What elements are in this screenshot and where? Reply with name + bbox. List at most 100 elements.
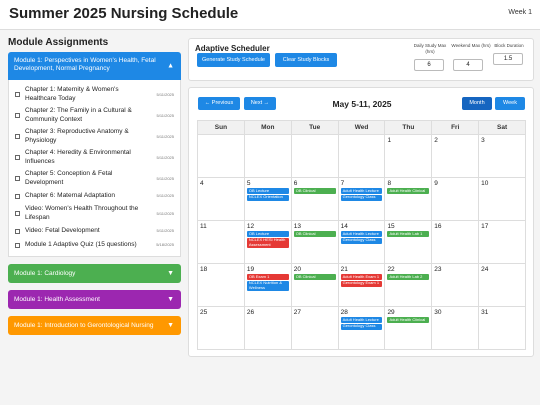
weekend-max-label: Weekend Max (hrs) — [451, 43, 491, 48]
calendar-day-cell[interactable]: 31 — [479, 307, 527, 350]
module-item[interactable]: Chapter 3: Reproductive Anatomy & Physio… — [9, 126, 180, 147]
calendar-event[interactable]: Adult Health Lab 1 — [387, 231, 430, 237]
calendar-day-cell[interactable]: 17 — [479, 221, 527, 264]
day-number: 17 — [481, 223, 489, 230]
calendar-event[interactable]: OB Clinical — [293, 188, 336, 194]
calendar-day-cell[interactable]: 26 — [244, 307, 292, 350]
calendar-day-cell[interactable]: 29 Adult Health Clinical — [385, 307, 433, 350]
block-duration-input[interactable]: 1.5 — [493, 53, 523, 65]
module-item[interactable]: Chapter 5: Conception & Fetal Developmen… — [9, 168, 180, 189]
calendar-day-cell[interactable]: 3 — [479, 135, 527, 178]
calendar-event[interactable]: Gerontology Exam 1 — [340, 280, 383, 287]
calendar-event[interactable]: Adult Health Lecture — [340, 188, 383, 194]
calendar-day-cell[interactable]: 13 OB Clinical — [291, 221, 339, 264]
month-view-button[interactable]: Month — [462, 97, 492, 110]
week-view-button[interactable]: Week — [495, 97, 525, 110]
module-item[interactable]: Video: Women's Health Throughout the Lif… — [9, 203, 180, 224]
calendar-day-cell[interactable]: 18 — [198, 264, 245, 307]
module-item[interactable]: Chapter 4: Heredity & Environmental Infl… — [9, 147, 180, 168]
calendar-event[interactable]: OB Clinical — [293, 231, 336, 237]
calendar-event[interactable]: NCLEX HESI Health Assessment — [246, 237, 289, 249]
day-number: 24 — [481, 266, 489, 273]
checkbox[interactable] — [15, 176, 20, 181]
calendar-day-cell[interactable]: 25 — [198, 307, 245, 350]
calendar-day-cell[interactable]: 22 Adult Health Lab 2 — [385, 264, 433, 307]
module-header-collapsed[interactable]: Module 1: Health Assessment ▼ — [8, 290, 181, 309]
calendar-week-row: 25 26 27 28 Adult Health Lecture Gerontology … — [198, 307, 527, 350]
calendar-day-cell[interactable]: 27 — [291, 307, 339, 350]
calendar-event[interactable]: Adult Health Exam 1 — [340, 274, 383, 280]
checkbox[interactable] — [15, 228, 20, 234]
module-item[interactable]: Chapter 6: Maternal Adaptation 5/11/2025 — [9, 189, 180, 203]
calendar-day-cell[interactable] — [198, 135, 245, 178]
calendar-day-cell[interactable]: 20 OB Clinical — [291, 264, 339, 307]
checkbox[interactable] — [15, 92, 20, 97]
module-item-label: Video: Women's Health Throughout the Lif… — [25, 205, 139, 221]
calendar-event[interactable]: Gerontology Class — [340, 194, 383, 201]
module-header-collapsed[interactable]: Module 1: Introduction to Gerontological… — [8, 316, 181, 335]
weekday-header: Wed — [338, 121, 386, 135]
calendar-event[interactable]: Adult Health Clinical — [387, 188, 430, 194]
calendar-day-cell[interactable]: 7 Adult Health Lecture Gerontology Class — [338, 178, 386, 221]
calendar-event[interactable]: Adult Health Lecture — [340, 317, 383, 323]
module-item[interactable]: Module 1 Adaptive Quiz (15 questions) 5/1… — [9, 238, 180, 252]
calendar-day-cell[interactable] — [338, 135, 386, 178]
checkbox[interactable] — [15, 134, 20, 139]
calendar-event[interactable]: OB Exam 1 — [246, 274, 289, 280]
checkbox[interactable] — [15, 155, 20, 160]
calendar-event[interactable]: Gerontology Class — [340, 323, 383, 330]
module-item[interactable]: Video: Fetal Development 5/11/2025 — [9, 224, 180, 238]
weekend-max-input[interactable]: 4 — [453, 59, 483, 71]
calendar-day-cell[interactable]: 5 OB Lecture NCLEX Orientation — [244, 178, 292, 221]
calendar-day-cell[interactable]: 28 Adult Health Lecture Gerontology Class — [338, 307, 386, 350]
calendar-day-cell[interactable]: 19 OB Exam 1 NCLEX Nutrition & Wellness — [244, 264, 292, 307]
module-item[interactable]: Chapter 2: The Family in a Cultural & Co… — [9, 105, 180, 126]
calendar-day-cell[interactable]: 9 — [432, 178, 480, 221]
calendar-event[interactable]: OB Clinical — [293, 274, 336, 280]
module-item[interactable]: Chapter 1: Maternity & Women's Healthcar… — [9, 84, 180, 105]
day-number: 19 — [246, 266, 255, 273]
calendar-day-cell[interactable]: 21 Adult Health Exam 1 Gerontology Exam 1 — [338, 264, 386, 307]
module-header-collapsed[interactable]: Module 1: Cardiology ▼ — [8, 264, 181, 283]
day-number: 26 — [246, 309, 255, 316]
calendar-day-cell[interactable]: 24 — [479, 264, 527, 307]
calendar-day-cell[interactable]: 16 — [432, 221, 480, 264]
clear-study-blocks-button[interactable]: Clear Study Blocks — [275, 53, 337, 67]
day-number: 25 — [200, 309, 208, 316]
day-number: 13 — [293, 223, 301, 230]
calendar-day-cell[interactable] — [291, 135, 339, 178]
calendar-day-cell[interactable] — [244, 135, 292, 178]
calendar-event[interactable]: OB Lecture — [246, 188, 289, 194]
checkbox[interactable] — [15, 211, 20, 216]
generate-schedule-button[interactable]: Generate Study Schedule — [197, 53, 270, 67]
calendar-day-cell[interactable]: 10 — [479, 178, 527, 221]
calendar-day-cell[interactable]: 14 Adult Health Lecture Gerontology Class — [338, 221, 386, 264]
calendar-event[interactable]: NCLEX Nutrition & Wellness — [246, 280, 289, 292]
calendar-event[interactable]: Gerontology Class — [340, 237, 383, 244]
calendar-day-cell[interactable]: 4 — [198, 178, 245, 221]
calendar-day-cell[interactable]: 2 — [432, 135, 480, 178]
calendar-day-cell[interactable]: 1 — [385, 135, 433, 178]
module-header-expanded[interactable]: Module 1: Perspectives in Women's Health… — [8, 52, 181, 80]
checkbox[interactable] — [15, 193, 20, 199]
checkbox[interactable] — [15, 113, 20, 118]
checkbox[interactable] — [15, 242, 20, 248]
chevron-down-icon: ▼ — [167, 270, 174, 277]
modules-heading: Module Assignments — [8, 37, 109, 48]
calendar-event[interactable]: NCLEX Orientation — [246, 194, 289, 201]
calendar-day-cell[interactable]: 12 OB Lecture NCLEX HESI Health Assessment — [244, 221, 292, 264]
calendar-day-cell[interactable]: 23 — [432, 264, 480, 307]
weekday-header: Sat — [479, 121, 527, 135]
calendar-day-cell[interactable]: 6 OB Clinical — [291, 178, 339, 221]
calendar-day-cell[interactable]: 11 — [198, 221, 245, 264]
calendar-event[interactable]: OB Lecture — [246, 231, 289, 237]
calendar-event[interactable]: Adult Health Lab 2 — [387, 274, 430, 280]
daily-max-input[interactable]: 6 — [414, 59, 444, 71]
chevron-down-icon: ▼ — [167, 322, 174, 329]
scheduler-title: Adaptive Scheduler — [195, 44, 270, 53]
calendar-event[interactable]: Adult Health Lecture — [340, 231, 383, 237]
calendar-event[interactable]: Adult Health Clinical — [387, 317, 430, 323]
calendar-day-cell[interactable]: 8 Adult Health Clinical — [385, 178, 433, 221]
calendar-day-cell[interactable]: 30 — [432, 307, 480, 350]
calendar-day-cell[interactable]: 15 Adult Health Lab 1 — [385, 221, 433, 264]
